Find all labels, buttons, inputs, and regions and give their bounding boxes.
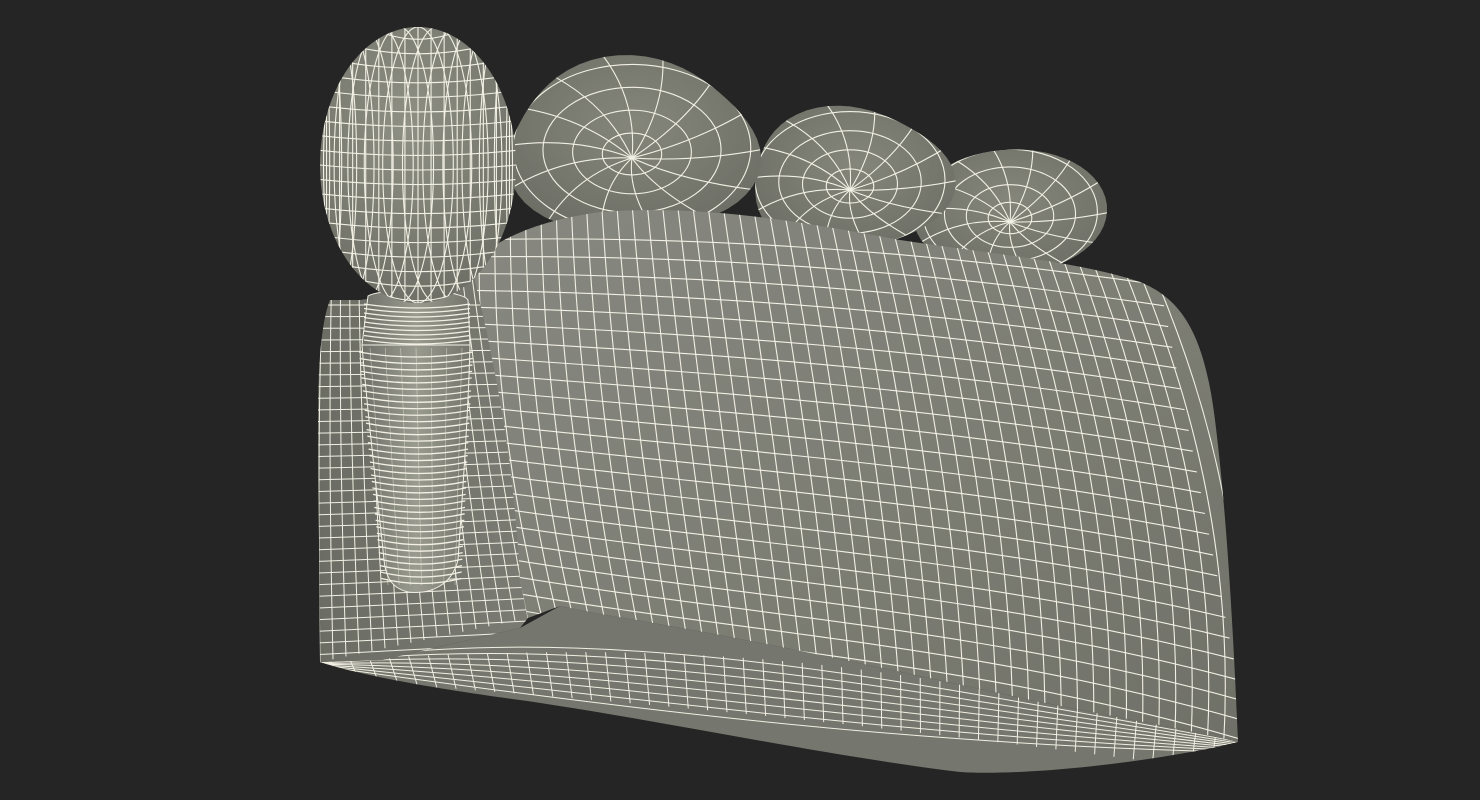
render-viewport (0, 0, 1480, 800)
wireframe-render (318, 27, 1238, 773)
